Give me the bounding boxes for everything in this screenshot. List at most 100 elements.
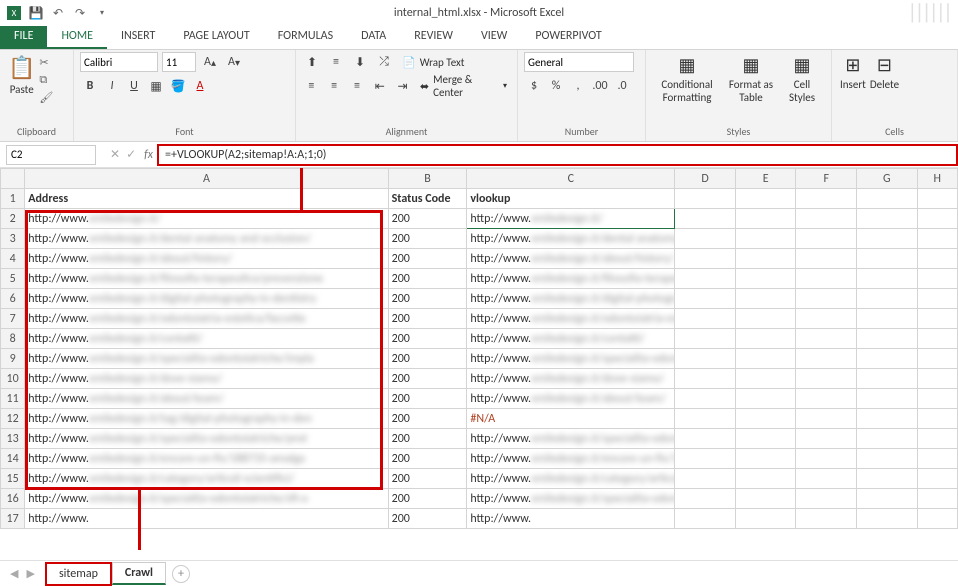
cell[interactable]	[857, 509, 918, 529]
cell[interactable]: 200	[388, 229, 467, 249]
align-center-icon[interactable]: ≡	[325, 76, 344, 96]
row-header[interactable]: 4	[1, 249, 25, 269]
conditional-formatting-button[interactable]: ▦Conditional Formatting	[652, 52, 722, 106]
cut-icon[interactable]: ✂	[39, 56, 53, 69]
cell[interactable]: 200	[388, 369, 467, 389]
cell[interactable]: http://www.	[467, 509, 675, 529]
cell[interactable]	[917, 329, 957, 349]
cell[interactable]	[675, 409, 736, 429]
number-format-select[interactable]	[524, 52, 634, 72]
merge-center-button[interactable]: ⬌Merge & Center▾	[416, 76, 511, 96]
cell[interactable]	[917, 229, 957, 249]
col-header-D[interactable]: D	[675, 169, 736, 189]
cell[interactable]	[857, 389, 918, 409]
cell[interactable]	[917, 369, 957, 389]
cell[interactable]	[796, 469, 857, 489]
cell[interactable]	[857, 489, 918, 509]
cell[interactable]: http://www.smiledesign.it/digital-photog…	[467, 289, 675, 309]
cell[interactable]: http://www.smiledesign.it/about/team/	[467, 389, 675, 409]
cell[interactable]: 200	[388, 429, 467, 449]
font-size-select[interactable]	[162, 52, 196, 72]
cell[interactable]: http://www.smiledesign.it/specialita-odo…	[25, 489, 388, 509]
cell[interactable]	[675, 489, 736, 509]
cell[interactable]	[735, 289, 796, 309]
cell[interactable]: http://www.smiledesign.it/about/history/	[25, 249, 388, 269]
cell[interactable]: http://www.smiledesign.it/specialita-odo…	[25, 429, 388, 449]
cell[interactable]	[917, 489, 957, 509]
format-as-table-button[interactable]: ▦Format as Table	[722, 52, 780, 106]
cell[interactable]	[675, 449, 736, 469]
col-header-C[interactable]: C	[467, 169, 675, 189]
sheet-nav-prev-icon[interactable]: ◀	[10, 567, 18, 580]
row-header[interactable]: 1	[1, 189, 25, 209]
save-icon[interactable]: 💾	[28, 5, 44, 21]
tab-home[interactable]: HOME	[47, 25, 107, 49]
cell[interactable]	[796, 249, 857, 269]
cell[interactable]	[857, 289, 918, 309]
font-name-select[interactable]	[80, 52, 158, 72]
col-header-A[interactable]: A	[25, 169, 388, 189]
cell[interactable]: http://www.smiledesign.it/filosofia-tera…	[467, 269, 675, 289]
indent-dec-icon[interactable]: ⇤	[370, 76, 389, 96]
cancel-formula-icon[interactable]: ✕	[110, 147, 120, 162]
tab-formulas[interactable]: FORMULAS	[264, 25, 347, 49]
cell[interactable]	[796, 289, 857, 309]
cell[interactable]: 200	[388, 349, 467, 369]
cell[interactable]: http://www.smiledesign.it/contatti/	[25, 329, 388, 349]
row-header[interactable]: 11	[1, 389, 25, 409]
cell[interactable]	[857, 329, 918, 349]
row-header[interactable]: 10	[1, 369, 25, 389]
cell[interactable]: 200	[388, 269, 467, 289]
tab-view[interactable]: VIEW	[467, 25, 521, 49]
undo-icon[interactable]: ↶	[50, 5, 66, 21]
cell-styles-button[interactable]: ▦Cell Styles	[780, 52, 824, 106]
cell[interactable]: 200	[388, 389, 467, 409]
cell[interactable]: http://www.smiledesign.it/specialita-odo…	[467, 429, 675, 449]
cell[interactable]	[735, 409, 796, 429]
qat-customize-icon[interactable]: ▾	[94, 5, 110, 21]
cell[interactable]: http://www.smiledesign.it/tag/digital-ph…	[25, 409, 388, 429]
row-header[interactable]: 15	[1, 469, 25, 489]
cell[interactable]: http://www.smiledesign.it/dove-siamo/	[25, 369, 388, 389]
cell[interactable]	[675, 209, 736, 229]
tab-insert[interactable]: INSERT	[107, 25, 169, 49]
cell[interactable]	[917, 249, 957, 269]
cell[interactable]	[796, 409, 857, 429]
cell[interactable]	[675, 349, 736, 369]
cell[interactable]	[675, 189, 736, 209]
name-box[interactable]	[6, 145, 96, 165]
cell[interactable]	[735, 309, 796, 329]
orientation-icon[interactable]: ⤮	[374, 52, 394, 72]
cell[interactable]	[735, 229, 796, 249]
cell[interactable]	[917, 269, 957, 289]
cell[interactable]	[735, 249, 796, 269]
tab-powerpivot[interactable]: POWERPIVOT	[521, 25, 615, 49]
row-header[interactable]: 13	[1, 429, 25, 449]
row-header[interactable]: 7	[1, 309, 25, 329]
row-header[interactable]: 12	[1, 409, 25, 429]
cell[interactable]	[796, 389, 857, 409]
cell[interactable]: 200	[388, 309, 467, 329]
cell[interactable]	[735, 509, 796, 529]
cell[interactable]: http://www.smiledesign.it/	[25, 209, 388, 229]
border-button[interactable]: ▦	[146, 76, 166, 96]
cell[interactable]: http://www.smiledesign.it/specialita-odo…	[467, 349, 675, 369]
cell[interactable]	[735, 269, 796, 289]
fill-color-button[interactable]: 🪣	[168, 76, 188, 96]
increase-font-icon[interactable]: A▴	[200, 52, 220, 72]
cell[interactable]	[796, 309, 857, 329]
font-color-button[interactable]: A	[190, 76, 210, 96]
cell[interactable]: http://www.smiledesign.it/about/history/	[467, 249, 675, 269]
formula-input[interactable]: =+VLOOKUP(A2;sitemap!A:A;1;0)	[157, 144, 958, 166]
cell[interactable]: http://www.smiledesign.it/encore-un-fis/…	[25, 449, 388, 469]
decrease-decimal-icon[interactable]: .0	[612, 76, 632, 96]
wrap-text-button[interactable]: 📄Wrap Text	[398, 52, 468, 72]
cell[interactable]	[675, 389, 736, 409]
paste-button[interactable]: 📋Paste	[6, 52, 37, 104]
cell[interactable]	[917, 429, 957, 449]
cell[interactable]: http://www.smiledesign.it/dental anatomy…	[25, 229, 388, 249]
cell[interactable]	[675, 369, 736, 389]
row-header[interactable]: 17	[1, 509, 25, 529]
sheet-tab-sitemap[interactable]: sitemap	[45, 562, 112, 586]
cell[interactable]	[675, 229, 736, 249]
